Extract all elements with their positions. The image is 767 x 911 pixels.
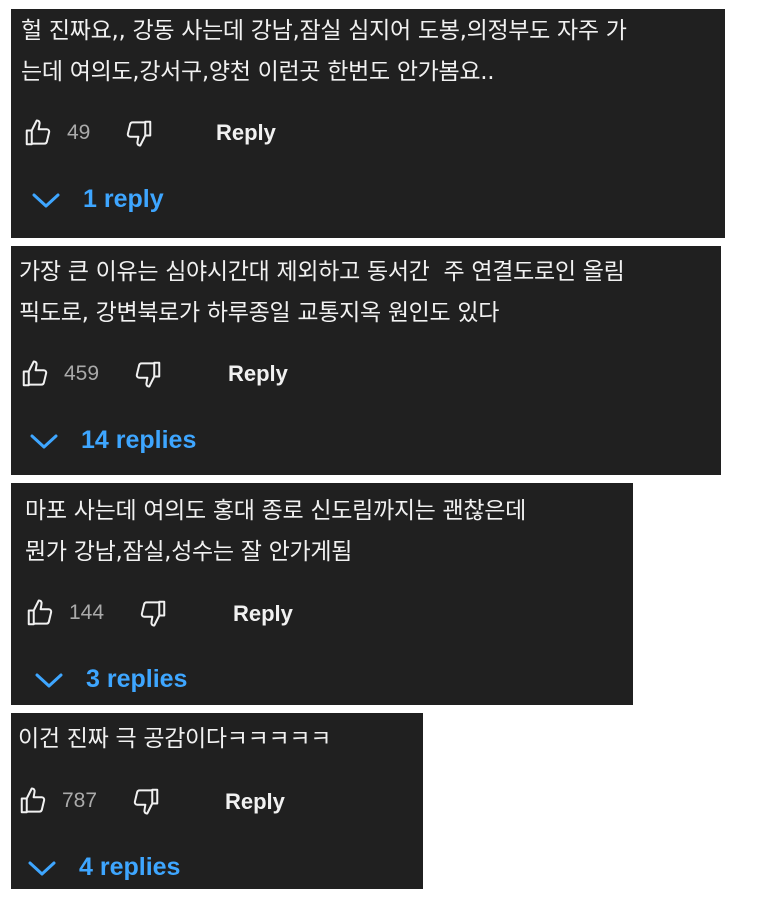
like-count: 144 — [69, 601, 105, 624]
like-count: 459 — [64, 362, 100, 385]
comment-text: 마포 사는데 여의도 홍대 종로 신도림까지는 괜찮은데 뭔가 강남,잠실,성수… — [25, 498, 526, 565]
comment-actions: 787 — [18, 783, 161, 819]
reply-button[interactable]: Reply — [225, 789, 285, 815]
comment-card: 가장 큰 이유는 심야시간대 제외하고 동서간 주 연결도로인 올림 픽도로, … — [11, 246, 721, 475]
dislike-icon[interactable] — [133, 359, 163, 389]
dislike-icon[interactable] — [124, 118, 154, 148]
reply-button[interactable]: Reply — [216, 120, 276, 146]
view-replies-button[interactable]: 14 replies — [29, 426, 196, 455]
view-replies-button[interactable]: 3 replies — [34, 665, 187, 694]
comment-actions: 459 — [20, 356, 163, 392]
dislike-icon[interactable] — [138, 598, 168, 628]
reply-button[interactable]: Reply — [233, 601, 293, 627]
like-count: 49 — [67, 121, 91, 144]
like-count: 787 — [62, 789, 98, 812]
comment-text: 이건 진짜 극 공감이다ㅋㅋㅋㅋㅋ — [18, 726, 332, 752]
like-icon[interactable] — [25, 598, 55, 628]
replies-count-label: 4 replies — [79, 853, 181, 881]
comment-text: 헐 진짜요,, 강동 사는데 강남,잠실 심지어 도봉,의정부도 자주 가 는데… — [21, 18, 627, 85]
comment-actions: 49 — [23, 115, 154, 151]
chevron-down-icon — [34, 670, 64, 690]
chevron-down-icon — [31, 190, 61, 210]
like-icon[interactable] — [23, 118, 53, 148]
like-icon[interactable] — [20, 359, 50, 389]
comment-card: 마포 사는데 여의도 홍대 종로 신도림까지는 괜찮은데 뭔가 강남,잠실,성수… — [11, 483, 633, 705]
chevron-down-icon — [29, 431, 59, 451]
comment-card: 이건 진짜 극 공감이다ㅋㅋㅋㅋㅋ 787 Reply 4 replies — [11, 713, 423, 889]
replies-count-label: 1 reply — [83, 185, 164, 213]
reply-button[interactable]: Reply — [228, 361, 288, 387]
replies-count-label: 3 replies — [86, 665, 188, 693]
dislike-icon[interactable] — [131, 786, 161, 816]
comment-text: 가장 큰 이유는 심야시간대 제외하고 동서간 주 연결도로인 올림 픽도로, … — [19, 259, 625, 326]
comment-actions: 144 — [25, 595, 168, 631]
replies-count-label: 14 replies — [81, 426, 197, 454]
comment-card: 헐 진짜요,, 강동 사는데 강남,잠실 심지어 도봉,의정부도 자주 가 는데… — [11, 9, 725, 238]
view-replies-button[interactable]: 1 reply — [31, 185, 164, 214]
view-replies-button[interactable]: 4 replies — [27, 853, 180, 882]
chevron-down-icon — [27, 858, 57, 878]
like-icon[interactable] — [18, 786, 48, 816]
